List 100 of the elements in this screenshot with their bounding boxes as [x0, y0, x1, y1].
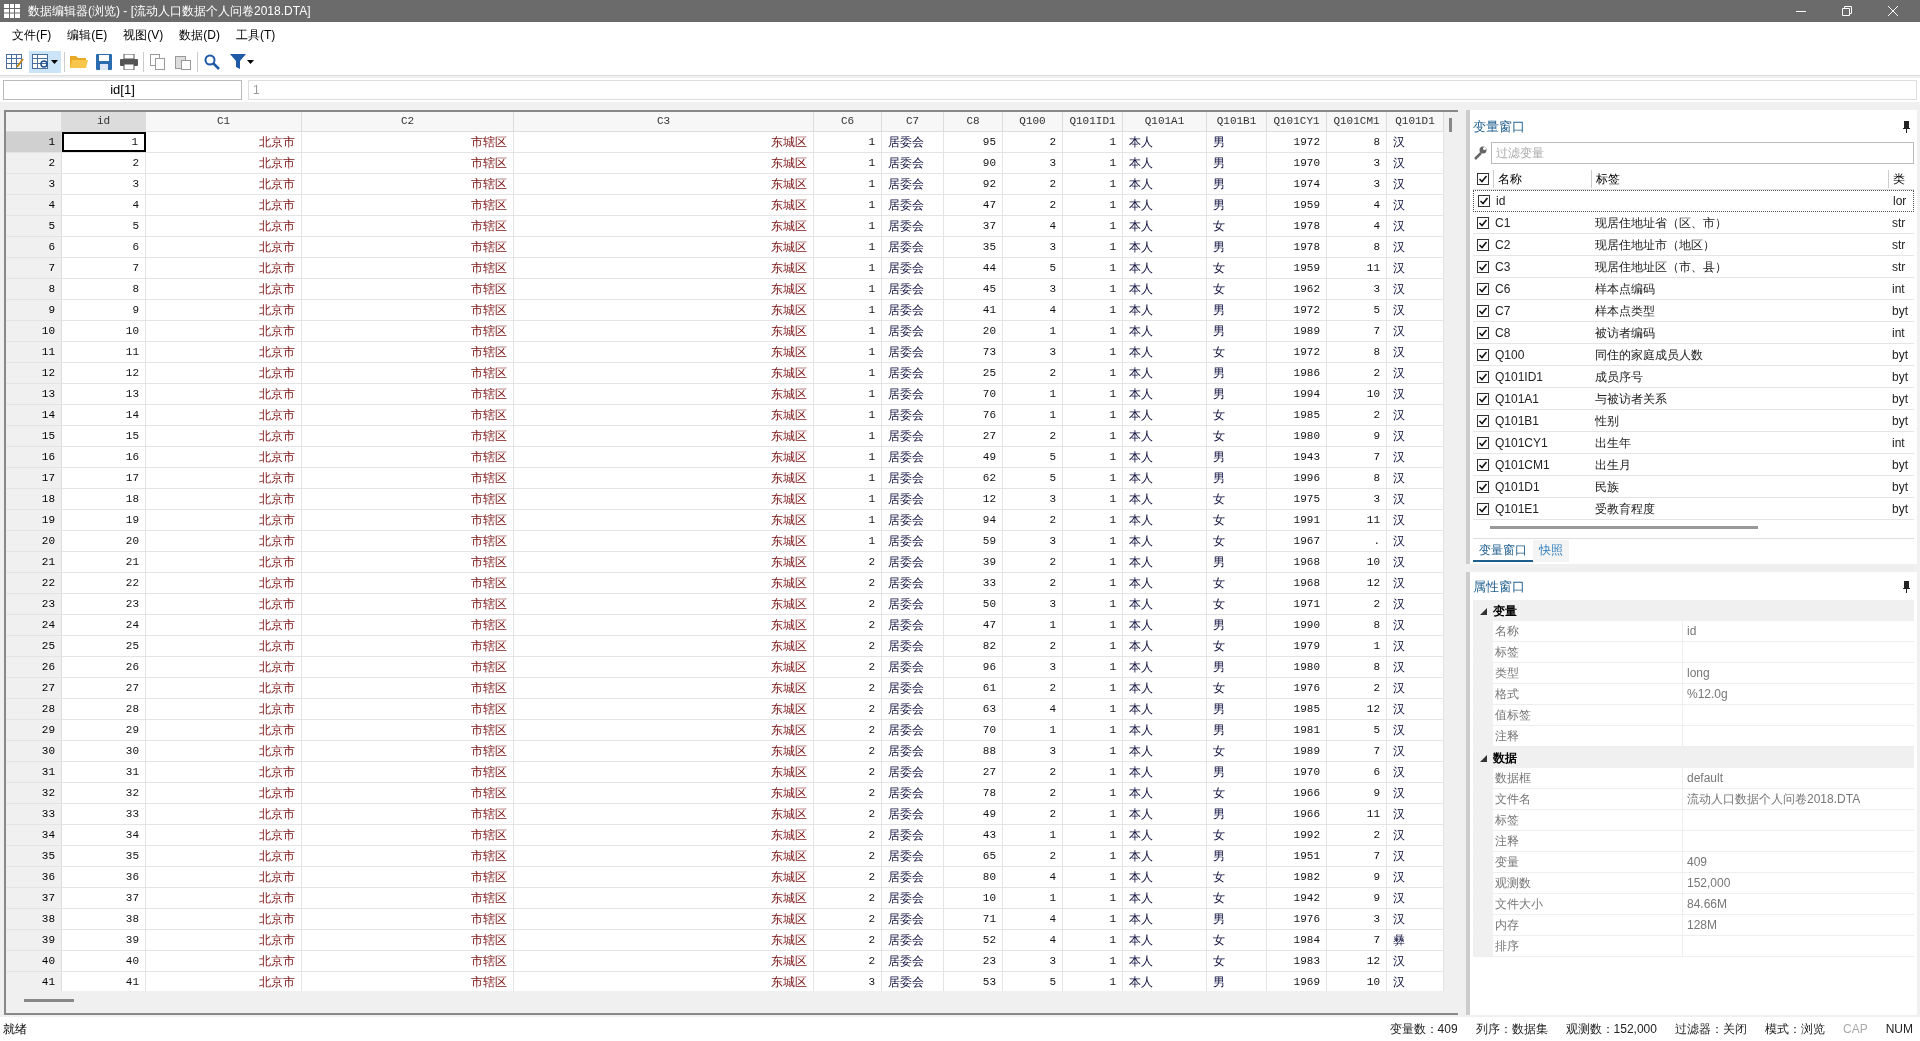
table-cell[interactable]: 1 — [1063, 552, 1123, 572]
table-cell[interactable]: 北京市 — [146, 657, 302, 677]
table-cell[interactable]: 居委会 — [882, 552, 944, 572]
table-cell[interactable]: 2 — [814, 741, 882, 761]
table-cell[interactable]: 居委会 — [882, 846, 944, 866]
table-cell[interactable]: 2 — [814, 615, 882, 635]
table-cell[interactable]: 北京市 — [146, 762, 302, 782]
table-cell[interactable]: 1 — [1003, 825, 1063, 845]
table-cell[interactable]: 1976 — [1267, 678, 1327, 698]
table-cell[interactable]: 1 — [1063, 468, 1123, 488]
checkbox[interactable] — [1477, 480, 1489, 493]
table-cell[interactable]: 市辖区 — [302, 153, 514, 173]
row-number[interactable]: 39 — [6, 930, 62, 950]
table-cell[interactable]: 居委会 — [882, 720, 944, 740]
table-cell[interactable]: 本人 — [1123, 237, 1207, 257]
table-cell[interactable]: 1990 — [1267, 615, 1327, 635]
table-cell[interactable]: 1 — [1063, 153, 1123, 173]
table-cell[interactable]: 北京市 — [146, 363, 302, 383]
table-cell[interactable]: 1 — [814, 174, 882, 194]
table-cell[interactable]: 居委会 — [882, 825, 944, 845]
table-cell[interactable]: 2 — [814, 636, 882, 656]
table-cell[interactable]: 北京市 — [146, 783, 302, 803]
table-cell[interactable]: 市辖区 — [302, 615, 514, 635]
table-cell[interactable]: 东城区 — [514, 468, 814, 488]
variable-row[interactable]: Q101B1 性别 byt — [1473, 410, 1914, 432]
table-cell[interactable]: 女 — [1207, 510, 1267, 530]
table-cell[interactable]: 2 — [1327, 405, 1387, 425]
table-cell[interactable]: 本人 — [1123, 888, 1207, 908]
table-cell[interactable]: 东城区 — [514, 909, 814, 929]
table-cell[interactable]: 北京市 — [146, 720, 302, 740]
table-cell[interactable]: 男 — [1207, 909, 1267, 929]
table-cell[interactable]: 3 — [1327, 174, 1387, 194]
table-cell[interactable]: 居委会 — [882, 174, 944, 194]
table-cell[interactable]: 1 — [1063, 573, 1123, 593]
table-cell[interactable]: 东城区 — [514, 447, 814, 467]
table-cell[interactable]: 东城区 — [514, 594, 814, 614]
table-cell[interactable]: 10 — [62, 321, 146, 341]
table-cell[interactable]: 本人 — [1123, 447, 1207, 467]
variable-row[interactable]: C7 样本点类型 byt — [1473, 300, 1914, 322]
table-cell[interactable]: 6 — [62, 237, 146, 257]
table-cell[interactable]: 1 — [1063, 846, 1123, 866]
table-cell[interactable]: 男 — [1207, 468, 1267, 488]
row-number[interactable]: 12 — [6, 363, 62, 383]
table-cell[interactable]: 居委会 — [882, 783, 944, 803]
table-cell[interactable]: 市辖区 — [302, 657, 514, 677]
table-cell[interactable]: 1959 — [1267, 258, 1327, 278]
table-cell[interactable]: 市辖区 — [302, 783, 514, 803]
expanded-triangle-icon[interactable] — [1479, 606, 1487, 615]
table-cell[interactable]: 女 — [1207, 951, 1267, 971]
table-cell[interactable]: 女 — [1207, 342, 1267, 362]
table-cell[interactable]: 5 — [1003, 468, 1063, 488]
table-cell[interactable]: 北京市 — [146, 321, 302, 341]
table-cell[interactable]: 本人 — [1123, 216, 1207, 236]
table-cell[interactable]: 9 — [1327, 783, 1387, 803]
row-number[interactable]: 32 — [6, 783, 62, 803]
table-cell[interactable]: 2 — [814, 951, 882, 971]
table-cell[interactable]: 3 — [1003, 237, 1063, 257]
table-cell[interactable]: 2 — [814, 909, 882, 929]
table-cell[interactable]: 35 — [62, 846, 146, 866]
variable-row[interactable]: Q101CM1 出生月 byt — [1473, 454, 1914, 476]
table-cell[interactable]: 东城区 — [514, 636, 814, 656]
checkbox[interactable] — [1477, 326, 1489, 339]
table-cell[interactable]: 7 — [1327, 321, 1387, 341]
table-cell[interactable]: 东城区 — [514, 216, 814, 236]
row-number[interactable]: 17 — [6, 468, 62, 488]
table-cell[interactable]: 3 — [1003, 594, 1063, 614]
table-cell[interactable]: 女 — [1207, 279, 1267, 299]
table-cell[interactable]: 居委会 — [882, 531, 944, 551]
table-cell[interactable]: 居委会 — [882, 384, 944, 404]
table-cell[interactable]: 1 — [1063, 174, 1123, 194]
table-cell[interactable]: 2 — [1003, 132, 1063, 152]
table-cell[interactable]: 1975 — [1267, 489, 1327, 509]
table-cell[interactable]: 1 — [1063, 363, 1123, 383]
table-cell[interactable]: 东城区 — [514, 363, 814, 383]
wrench-icon[interactable] — [1473, 146, 1487, 160]
table-cell[interactable]: 70 — [944, 720, 1003, 740]
table-cell[interactable]: 1991 — [1267, 510, 1327, 530]
table-cell[interactable]: 居委会 — [882, 195, 944, 215]
table-cell[interactable]: 本人 — [1123, 636, 1207, 656]
menu-item[interactable]: 编辑(E) — [59, 26, 116, 44]
table-cell[interactable]: 市辖区 — [302, 741, 514, 761]
table-cell[interactable]: 本人 — [1123, 384, 1207, 404]
toolbar-button[interactable] — [29, 50, 61, 73]
table-cell[interactable]: 市辖区 — [302, 237, 514, 257]
variable-row[interactable]: Q101A1 与被访者关系 byt — [1473, 388, 1914, 410]
table-cell[interactable]: 市辖区 — [302, 510, 514, 530]
table-cell[interactable]: 市辖区 — [302, 699, 514, 719]
table-cell[interactable]: 3 — [62, 174, 146, 194]
table-cell[interactable]: 北京市 — [146, 531, 302, 551]
table-cell[interactable]: 1 — [814, 258, 882, 278]
table-cell[interactable]: 2 — [814, 720, 882, 740]
table-cell[interactable]: 49 — [944, 804, 1003, 824]
table-cell[interactable]: 12 — [1327, 573, 1387, 593]
table-cell[interactable]: 47 — [944, 615, 1003, 635]
table-cell[interactable]: 市辖区 — [302, 951, 514, 971]
table-cell[interactable]: 41 — [944, 300, 1003, 320]
table-cell[interactable]: 4 — [1003, 216, 1063, 236]
variable-row[interactable]: C2 现居住地址市（地区） str — [1473, 234, 1914, 256]
column-header[interactable]: C7 — [882, 112, 944, 131]
checkbox[interactable] — [1477, 282, 1489, 295]
